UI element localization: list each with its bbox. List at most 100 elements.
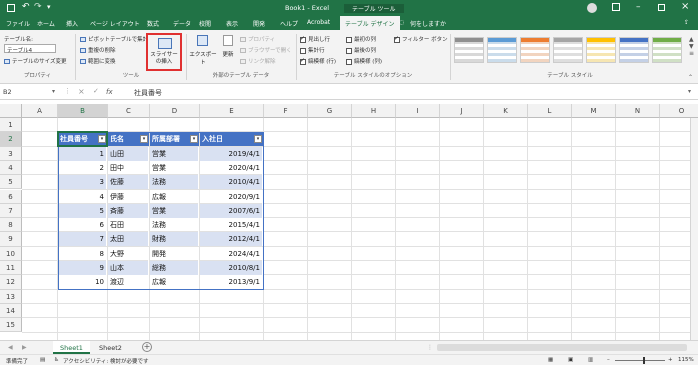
tab-home[interactable]: ホーム bbox=[37, 19, 55, 28]
row-header-6[interactable]: 6 bbox=[0, 189, 22, 204]
tab-page-layout[interactable]: ページ レイアウト bbox=[90, 19, 140, 28]
table-cell[interactable]: 太田 bbox=[108, 232, 149, 247]
table-cell[interactable]: 財務 bbox=[150, 232, 199, 247]
table-style-swatch[interactable] bbox=[454, 37, 484, 63]
resize-table-button[interactable]: テーブルのサイズ変更 bbox=[4, 57, 67, 65]
tab-table-design[interactable]: テーブル デザイン bbox=[340, 16, 400, 30]
zoom-level[interactable]: 115% bbox=[678, 357, 694, 363]
column-header-j[interactable]: J bbox=[440, 104, 484, 118]
table-cell[interactable]: 4 bbox=[58, 189, 107, 204]
table-cell[interactable]: 開発 bbox=[150, 246, 199, 261]
table-cell[interactable]: 営業 bbox=[150, 203, 199, 218]
banded-columns-checkbox[interactable]: 縞模様 (列) bbox=[346, 57, 382, 65]
table-cell[interactable]: 2013/9/1 bbox=[200, 275, 263, 290]
export-button[interactable]: エクスポート bbox=[188, 35, 218, 66]
collapse-ribbon-icon[interactable]: ⌃ bbox=[688, 74, 693, 81]
name-box[interactable]: B2 bbox=[3, 88, 53, 98]
customize-qat-icon[interactable]: ▾ bbox=[47, 3, 51, 11]
close-icon[interactable]: × bbox=[681, 1, 689, 12]
restore-icon[interactable] bbox=[658, 4, 665, 11]
table-header-cell[interactable]: 氏名 ▾ bbox=[108, 132, 149, 147]
column-header-b[interactable]: B bbox=[58, 104, 108, 118]
row-header-2[interactable]: 2 bbox=[0, 132, 22, 147]
refresh-button[interactable]: 更新 bbox=[218, 35, 238, 63]
column-header-c[interactable]: C bbox=[108, 104, 150, 118]
save-icon[interactable] bbox=[7, 4, 15, 12]
tab-file[interactable]: ファイル bbox=[6, 19, 30, 28]
table-cell[interactable]: 2024/4/1 bbox=[200, 246, 263, 261]
header-row-checkbox[interactable]: 見出し行 bbox=[300, 35, 330, 43]
insert-slicer-button[interactable]: スライサーの挿入 bbox=[146, 33, 182, 71]
row-header-3[interactable]: 3 bbox=[0, 146, 22, 161]
row-header-1[interactable]: 1 bbox=[0, 118, 22, 133]
table-cell[interactable]: 広報 bbox=[150, 189, 199, 204]
convert-to-range-button[interactable]: 範囲に変換 bbox=[80, 57, 116, 65]
next-sheet-icon[interactable]: ▶ bbox=[22, 344, 27, 351]
column-header-g[interactable]: G bbox=[308, 104, 352, 118]
table-cell[interactable]: 斉藤 bbox=[108, 203, 149, 218]
table-cell[interactable]: 7 bbox=[58, 232, 107, 247]
table-cell[interactable]: 2012/4/1 bbox=[200, 232, 263, 247]
select-all-corner[interactable] bbox=[0, 104, 22, 118]
column-header-m[interactable]: M bbox=[572, 104, 616, 118]
column-header-e[interactable]: E bbox=[200, 104, 264, 118]
properties-button[interactable]: プロパティ bbox=[240, 35, 275, 43]
table-header-cell[interactable]: 社員番号 ▾ bbox=[58, 132, 107, 147]
pivot-summarize-button[interactable]: ピボットテーブルで集計 bbox=[80, 35, 148, 43]
table-cell[interactable]: 9 bbox=[58, 261, 107, 275]
column-header-k[interactable]: K bbox=[484, 104, 528, 118]
column-header-f[interactable]: F bbox=[264, 104, 308, 118]
row-header-15[interactable]: 15 bbox=[0, 318, 22, 333]
table-cell[interactable]: 伊藤 bbox=[108, 189, 149, 204]
tab-insert[interactable]: 挿入 bbox=[66, 19, 78, 28]
tab-view[interactable]: 表示 bbox=[226, 19, 238, 28]
unlink-button[interactable]: リンク解除 bbox=[240, 57, 276, 65]
table-cell[interactable]: 3 bbox=[58, 175, 107, 190]
table-cell[interactable]: 2010/4/1 bbox=[200, 175, 263, 190]
table-style-swatch[interactable] bbox=[487, 37, 517, 63]
table-cell[interactable]: 5 bbox=[58, 203, 107, 218]
table-cell[interactable]: 2020/4/1 bbox=[200, 160, 263, 175]
table-cell[interactable]: 山本 bbox=[108, 261, 149, 275]
table-style-swatch[interactable] bbox=[586, 37, 616, 63]
minimize-icon[interactable]: – bbox=[636, 2, 641, 12]
sheet-tab-sheet2[interactable]: Sheet2 bbox=[92, 341, 129, 354]
banded-rows-checkbox[interactable]: 縞模様 (行) bbox=[300, 57, 336, 65]
tab-developer[interactable]: 開発 bbox=[253, 19, 265, 28]
table-header-cell[interactable]: 所属部署 ▾ bbox=[150, 132, 199, 147]
table-cell[interactable]: 2 bbox=[58, 160, 107, 175]
sheet-tab-sheet1[interactable]: Sheet1 bbox=[53, 341, 90, 354]
column-header-d[interactable]: D bbox=[150, 104, 200, 118]
tab-review[interactable]: 校閲 bbox=[199, 19, 211, 28]
column-header-n[interactable]: N bbox=[616, 104, 660, 118]
name-box-dropdown-icon[interactable]: ▾ bbox=[52, 88, 55, 95]
table-name-input[interactable]: テーブル4 bbox=[4, 44, 56, 54]
ribbon-display-icon[interactable] bbox=[612, 3, 620, 11]
filter-dropdown-icon[interactable]: ▾ bbox=[140, 135, 148, 144]
row-header-14[interactable]: 14 bbox=[0, 303, 22, 319]
table-cell[interactable]: 田中 bbox=[108, 160, 149, 175]
column-header-a[interactable]: A bbox=[22, 104, 58, 118]
filter-dropdown-icon[interactable]: ▾ bbox=[190, 135, 198, 144]
column-header-i[interactable]: I bbox=[396, 104, 440, 118]
row-header-10[interactable]: 10 bbox=[0, 246, 22, 261]
add-sheet-icon[interactable]: + bbox=[142, 342, 152, 352]
table-cell[interactable]: 総務 bbox=[150, 261, 199, 275]
tab-acrobat[interactable]: Acrobat bbox=[307, 19, 330, 26]
table-cell[interactable]: 石田 bbox=[108, 218, 149, 233]
table-cell[interactable]: 2020/9/1 bbox=[200, 189, 263, 204]
table-cell[interactable]: 営業 bbox=[150, 146, 199, 161]
table-style-swatch[interactable] bbox=[520, 37, 550, 63]
filter-dropdown-icon[interactable]: ▾ bbox=[98, 135, 106, 144]
column-header-l[interactable]: L bbox=[528, 104, 572, 118]
tab-help[interactable]: ヘルプ bbox=[280, 19, 298, 28]
table-cell[interactable]: 2007/6/1 bbox=[200, 203, 263, 218]
table-cell[interactable]: 法務 bbox=[150, 175, 199, 190]
share-icon[interactable]: ⇪ bbox=[684, 19, 689, 26]
horizontal-scrollbar[interactable] bbox=[437, 344, 687, 351]
zoom-slider-thumb[interactable] bbox=[643, 357, 645, 364]
table-cell[interactable]: 大野 bbox=[108, 246, 149, 261]
row-header-5[interactable]: 5 bbox=[0, 175, 22, 190]
tell-me-search[interactable]: 何をしますか bbox=[410, 19, 446, 28]
expand-formula-icon[interactable]: ▾ bbox=[688, 88, 691, 95]
